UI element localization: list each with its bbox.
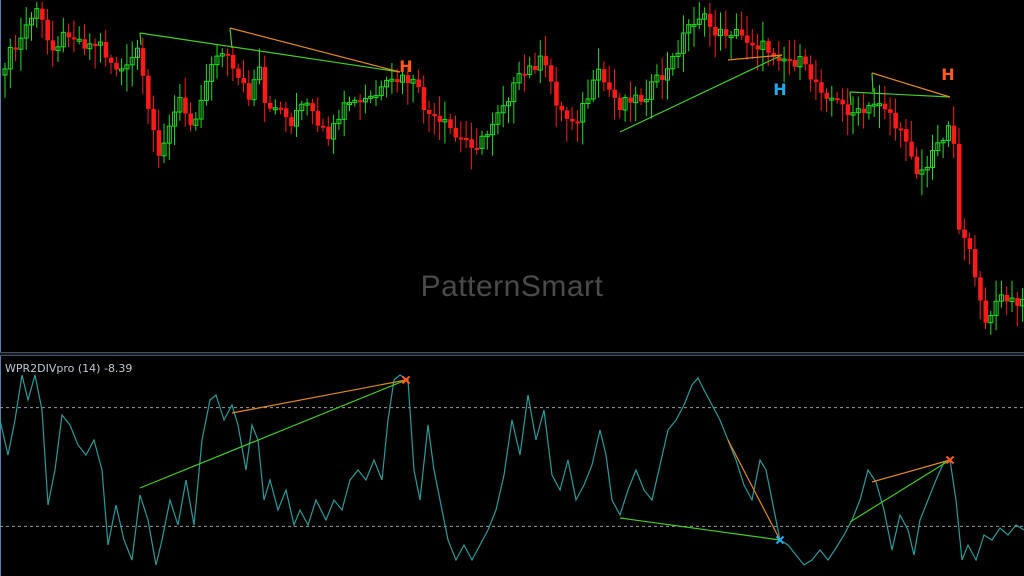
indicator-levels <box>0 407 1024 527</box>
indicator-title: WPR2DIVpro (14) -8.39 <box>5 362 132 375</box>
divergence-markers <box>401 375 955 545</box>
divergence-lines-indicator <box>139 379 951 541</box>
divergence-line-indicator <box>727 439 781 541</box>
wpr-polyline <box>0 374 1024 566</box>
divergence-line-indicator <box>139 379 407 489</box>
indicator-svg <box>0 374 1024 566</box>
divergence-line-indicator <box>619 517 781 541</box>
divergence-line-indicator <box>849 459 951 523</box>
indicator-value: -8.39 <box>103 362 133 375</box>
indicator-name: WPR2DIVpro (14) <box>5 362 101 375</box>
wpr-line <box>0 374 1024 566</box>
divergence-line-indicator <box>871 459 951 483</box>
